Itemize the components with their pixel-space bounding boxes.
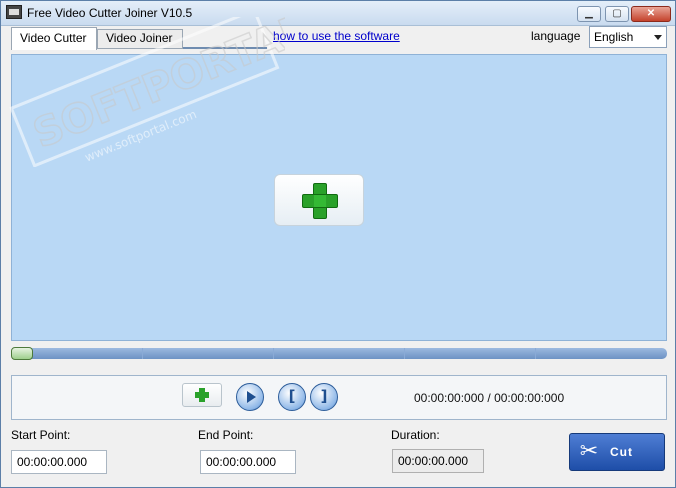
language-label: language <box>531 29 581 43</box>
timeline-handle[interactable] <box>11 347 33 360</box>
window-title: Free Video Cutter Joiner V10.5 <box>27 6 193 20</box>
maximize-button[interactable]: ▢ <box>605 6 629 22</box>
bracket-right-icon: ] <box>320 387 328 405</box>
chevron-down-icon <box>654 35 662 40</box>
start-point-label: Start Point: <box>11 428 71 442</box>
minimize-button[interactable]: ▁ <box>577 6 601 22</box>
plus-icon-bar <box>195 392 209 398</box>
close-button[interactable]: ✕ <box>631 6 671 22</box>
film-icon <box>6 5 22 19</box>
control-panel: [ ] 00:00:00:000 / 00:00:00:000 <box>11 375 667 420</box>
duration-label: Duration: <box>391 428 440 442</box>
howto-link[interactable]: how to use the software <box>273 29 400 43</box>
cut-button[interactable]: ✂ Cut <box>569 433 665 471</box>
end-point-label: End Point: <box>198 428 254 442</box>
end-point-input[interactable]: 00:00:00.000 <box>200 450 296 474</box>
bracket-left-icon: [ <box>288 387 296 405</box>
set-end-button[interactable]: ] <box>310 383 338 411</box>
timeline-tick <box>142 348 143 359</box>
app-window: Free Video Cutter Joiner V10.5 ▁ ▢ ✕ Vid… <box>0 0 676 488</box>
tab-video-cutter[interactable]: Video Cutter <box>11 27 97 50</box>
tab-bar: Video Cutter Video Joiner <box>11 27 267 50</box>
add-file-button[interactable] <box>182 383 222 407</box>
language-select[interactable]: English <box>589 26 667 48</box>
video-preview-area[interactable] <box>11 54 667 341</box>
scissors-icon: ✂ <box>579 439 599 464</box>
timeline-tick <box>404 348 405 359</box>
time-display: 00:00:00:000 / 00:00:00:000 <box>414 391 565 405</box>
tab-video-joiner[interactable]: Video Joiner <box>97 29 183 49</box>
title-bar[interactable]: Free Video Cutter Joiner V10.5 ▁ ▢ ✕ <box>1 1 675 26</box>
duration-field: 00:00:00.000 <box>392 449 484 473</box>
timeline-tick <box>273 348 274 359</box>
timeline-tick <box>535 348 536 359</box>
add-video-button[interactable] <box>274 174 364 226</box>
play-button[interactable] <box>236 383 264 411</box>
tab-strip-line <box>183 47 267 49</box>
plus-icon-center <box>314 195 326 207</box>
cut-button-label: Cut <box>610 445 633 459</box>
timeline-slider[interactable] <box>11 348 667 359</box>
play-icon <box>247 391 256 403</box>
start-point-input[interactable]: 00:00:00.000 <box>11 450 107 474</box>
set-start-button[interactable]: [ <box>278 383 306 411</box>
language-value: English <box>594 30 634 44</box>
